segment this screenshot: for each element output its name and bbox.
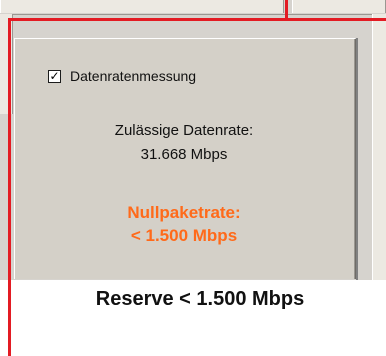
null-packet-rate-value: < 1.500 Mbps — [130, 226, 238, 245]
allowed-rate-value: 31.668 Mbps — [140, 146, 228, 163]
tab-right[interactable] — [292, 0, 386, 13]
panel-divider — [356, 38, 358, 280]
annotation-frame-top — [8, 18, 386, 21]
annotation-frame-left — [8, 18, 11, 356]
allowed-rate-label: Zulässige Datenrate: — [114, 122, 254, 139]
right-panel-edge — [372, 14, 386, 280]
data-rate-measurement-label: Datenratenmessung — [70, 68, 197, 84]
tab-left[interactable] — [0, 0, 284, 13]
data-rate-measurement-checkbox[interactable]: ✓ — [48, 69, 61, 83]
null-packet-rate-label: Nullpaketrate: — [127, 203, 241, 222]
check-icon: ✓ — [49, 69, 60, 83]
annotation-pointer — [285, 0, 288, 20]
data-rate-measurement-row[interactable]: ✓ Datenratenmessung — [48, 66, 196, 86]
reserve-caption: Reserve < 1.500 Mbps — [95, 288, 305, 310]
top-tab-strip — [0, 0, 386, 15]
left-panel-edge — [0, 14, 13, 114]
